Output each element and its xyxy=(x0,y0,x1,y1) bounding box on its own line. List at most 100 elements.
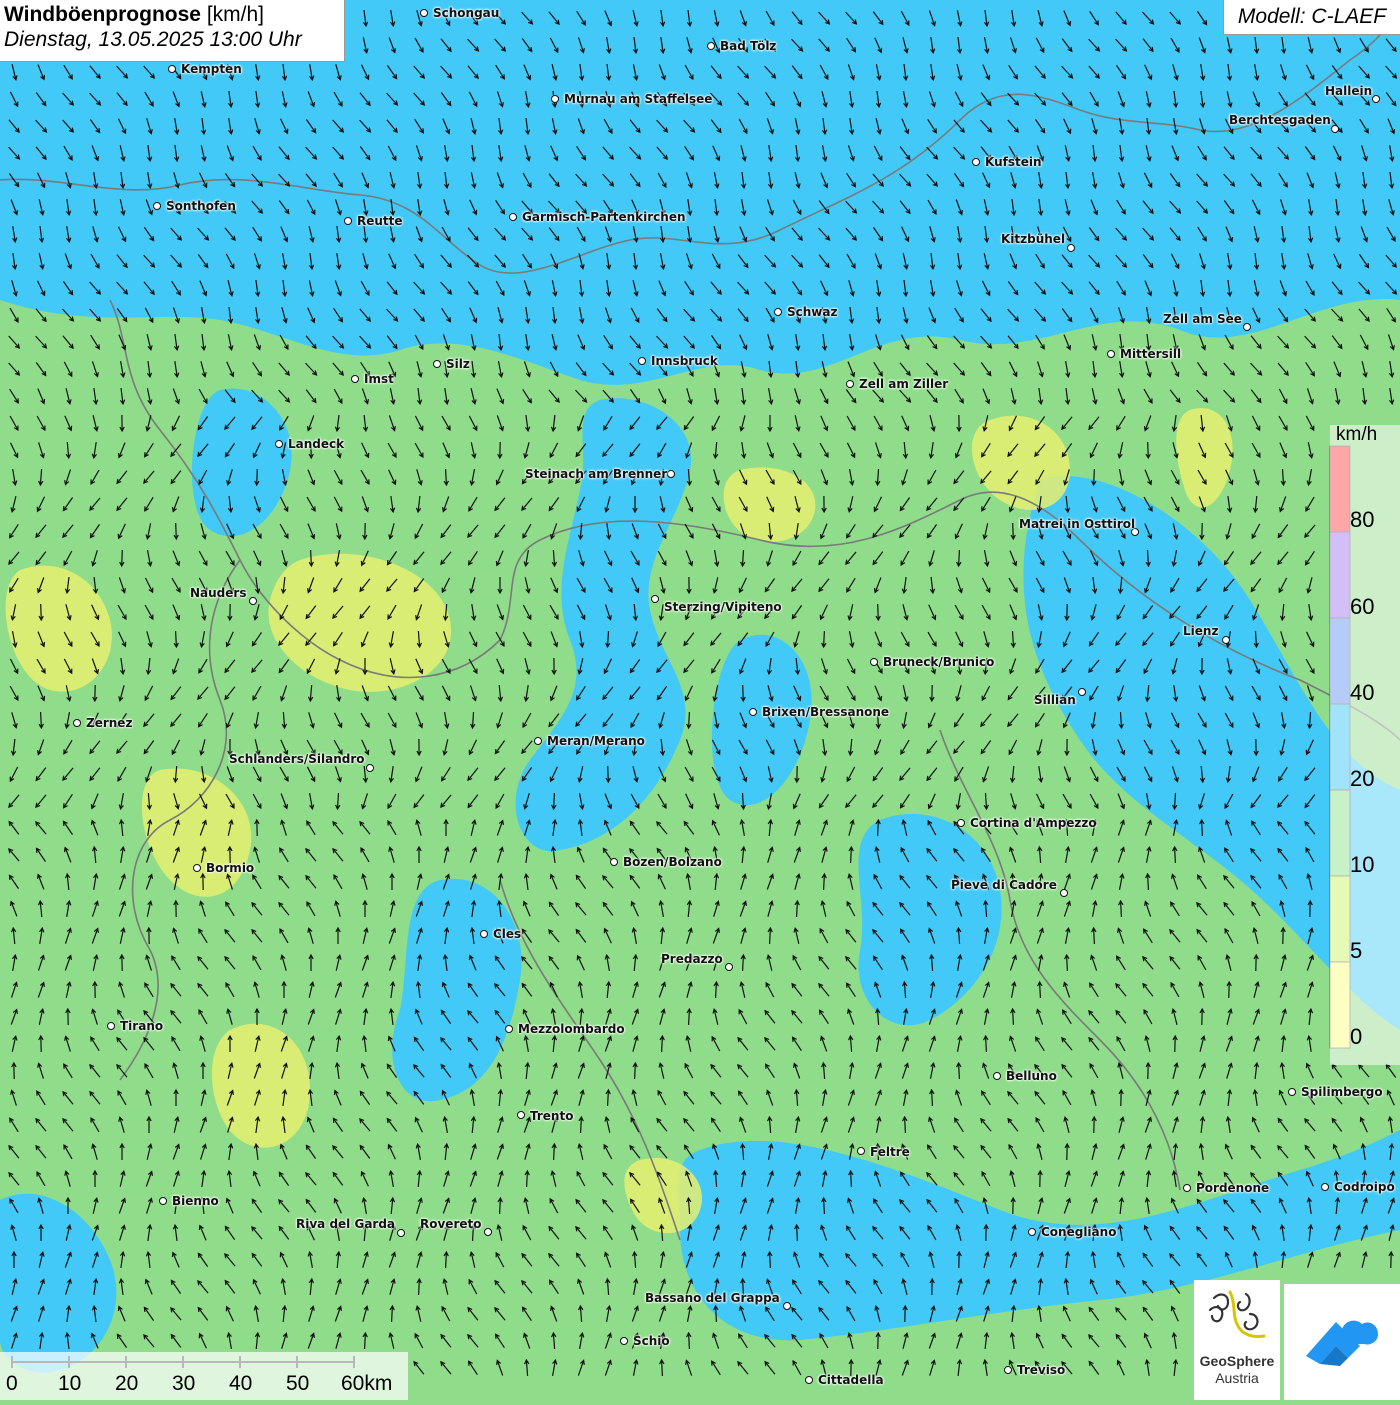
city-label-matrei: Matrei in Osttirol xyxy=(1019,517,1136,531)
city-label-codroipo: Codroipo xyxy=(1334,1180,1395,1194)
city-label-tirano: Tirano xyxy=(120,1019,164,1033)
city-label-innsbruck: Innsbruck xyxy=(651,354,718,368)
city-marker xyxy=(972,158,980,166)
city-label-rovereto: Rovereto xyxy=(420,1217,482,1231)
city-label-mittersill: Mittersill xyxy=(1120,347,1182,361)
city-marker xyxy=(249,597,257,605)
legend-tick-0: 0 xyxy=(1350,1024,1363,1049)
city-label-treviso: Treviso xyxy=(1017,1363,1066,1377)
legend-tick-40: 40 xyxy=(1350,680,1375,705)
city-marker xyxy=(534,737,542,745)
city-label-trento: Trento xyxy=(530,1109,574,1123)
city-label-schlanders: Schlanders/Silandro xyxy=(229,752,365,766)
city-label-steinach: Steinach am Brenner xyxy=(525,467,668,481)
weather-app-logo[interactable] xyxy=(1284,1284,1400,1400)
city-marker xyxy=(620,1337,628,1345)
geosphere-logo-icon xyxy=(1208,1290,1266,1338)
title-box: Windböenprognose [km/h] Dienstag, 13.05.… xyxy=(0,0,345,62)
city-label-brixen: Brixen/Bressanone xyxy=(762,705,890,719)
city-marker xyxy=(783,1302,791,1310)
city-label-sterzing: Sterzing/Vipiteno xyxy=(664,600,782,614)
forecast-datetime: Dienstag, 13.05.2025 13:00 Uhr xyxy=(4,28,302,51)
city-marker xyxy=(774,308,782,316)
city-marker xyxy=(749,708,757,716)
city-label-sillian: Sillian xyxy=(1034,693,1076,707)
city-label-bozen: Bozen/Bolzano xyxy=(623,855,722,869)
city-label-zernez: Zernez xyxy=(86,716,133,730)
city-label-meran: Meran/Merano xyxy=(547,734,645,748)
city-marker xyxy=(275,440,283,448)
city-label-riva: Riva del Garda xyxy=(296,1217,396,1231)
city-label-bad-toelz: Bad Tölz xyxy=(720,39,777,53)
city-marker xyxy=(651,595,659,603)
map-title: Windböenprognose [km/h] xyxy=(4,3,340,27)
city-label-reutte: Reutte xyxy=(357,214,403,228)
geosphere-logo[interactable]: GeoSphere Austria xyxy=(1194,1280,1280,1400)
model-label: Modell: C-LAEF xyxy=(1223,0,1400,35)
city-label-schio: Schio xyxy=(633,1334,670,1348)
city-marker xyxy=(420,9,428,17)
legend-tick-60: 60 xyxy=(1350,594,1375,619)
city-label-murnau: Murnau am Staffelsee xyxy=(564,92,713,106)
city-marker xyxy=(153,202,161,210)
city-label-cittadella: Cittadella xyxy=(818,1373,884,1387)
scale-label-60km: 60km xyxy=(341,1372,393,1395)
city-marker xyxy=(957,819,965,827)
city-marker xyxy=(1288,1088,1296,1096)
city-label-silz: Silz xyxy=(446,357,470,371)
city-label-imst: Imst xyxy=(364,372,394,386)
city-marker xyxy=(870,658,878,666)
city-label-kempten: Kempten xyxy=(181,62,242,76)
city-marker xyxy=(725,963,733,971)
city-label-pieve: Pieve di Cadore xyxy=(951,878,1057,892)
geosphere-logo-sub: Austria xyxy=(1215,1370,1259,1386)
city-marker xyxy=(505,1025,513,1033)
city-label-garmisch: Garmisch-Partenkirchen xyxy=(522,210,686,224)
legend-tick-10: 10 xyxy=(1350,852,1375,877)
city-label-bormio: Bormio xyxy=(206,861,255,875)
city-marker xyxy=(846,380,854,388)
city-marker xyxy=(707,42,715,50)
city-marker xyxy=(857,1147,865,1155)
city-marker xyxy=(517,1111,525,1119)
city-marker xyxy=(168,65,176,73)
city-label-pordenone: Pordenone xyxy=(1196,1181,1270,1195)
city-marker xyxy=(1004,1366,1012,1374)
legend-tick-5: 5 xyxy=(1350,938,1363,963)
geosphere-logo-name: GeoSphere xyxy=(1199,1353,1275,1369)
city-marker xyxy=(73,719,81,727)
scale-label-0: 0 xyxy=(6,1372,18,1395)
city-label-hallein: Hallein xyxy=(1325,84,1373,98)
city-marker xyxy=(551,95,559,103)
city-marker xyxy=(993,1072,1001,1080)
city-marker xyxy=(433,360,441,368)
city-label-berchtesgaden: Berchtesgaden xyxy=(1229,113,1331,127)
map-title-text: Windböenprognose xyxy=(4,3,201,26)
city-marker xyxy=(1067,244,1075,252)
city-marker xyxy=(159,1197,167,1205)
city-label-cles: Cles xyxy=(493,927,522,941)
city-marker xyxy=(344,217,352,225)
city-marker xyxy=(1372,95,1380,103)
city-label-conegliano: Conegliano xyxy=(1041,1225,1117,1239)
city-marker xyxy=(480,930,488,938)
city-label-bienno: Bienno xyxy=(172,1194,219,1208)
city-marker xyxy=(509,213,517,221)
city-marker xyxy=(366,764,374,772)
city-label-predazzo: Predazzo xyxy=(661,952,723,966)
map-title-unit: [km/h] xyxy=(206,3,264,26)
city-label-kitzbuehel: Kitzbühel xyxy=(1001,232,1066,246)
city-marker xyxy=(397,1229,405,1237)
city-marker xyxy=(1107,350,1115,358)
city-marker xyxy=(193,864,201,872)
city-label-schwaz: Schwaz xyxy=(787,305,838,319)
scale-label-40: 40 xyxy=(229,1372,253,1395)
city-label-feltre: Feltre xyxy=(870,1145,910,1159)
city-label-zell-am-ziller: Zell am Ziller xyxy=(859,377,949,391)
city-label-sonthofen: Sonthofen xyxy=(166,199,236,213)
city-marker xyxy=(805,1376,813,1384)
city-marker xyxy=(1060,889,1068,897)
scale-label-30: 30 xyxy=(172,1372,196,1395)
city-label-nauders: Nauders xyxy=(190,586,247,600)
city-marker xyxy=(1183,1184,1191,1192)
